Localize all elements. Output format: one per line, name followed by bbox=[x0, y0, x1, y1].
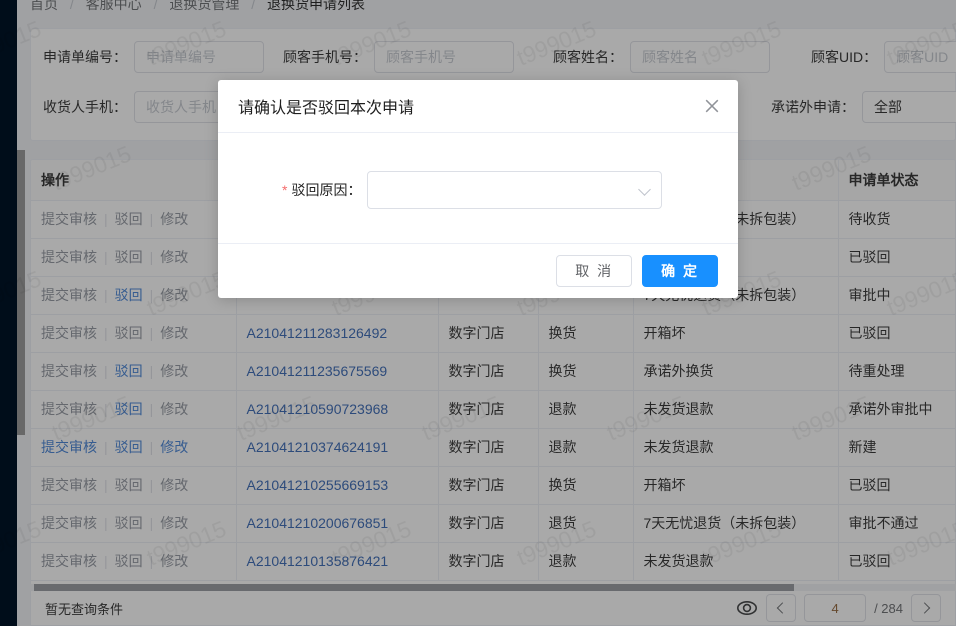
reject-reason-field: * 驳回原因： bbox=[282, 171, 663, 209]
chevron-down-icon bbox=[638, 183, 652, 196]
dialog-title: 请确认是否驳回本次申请 bbox=[238, 100, 415, 117]
dialog-header: 请确认是否驳回本次申请 bbox=[218, 80, 738, 133]
reject-reason-label: 驳回原因： bbox=[291, 182, 362, 198]
close-icon[interactable] bbox=[701, 95, 723, 117]
reject-confirm-dialog: 请确认是否驳回本次申请 * 驳回原因： 取 消 确 定 bbox=[218, 80, 738, 298]
dialog-footer: 取 消 确 定 bbox=[218, 243, 738, 298]
confirm-button[interactable]: 确 定 bbox=[642, 255, 718, 287]
dialog-body: * 驳回原因： bbox=[218, 133, 738, 243]
required-marker: * bbox=[282, 182, 288, 198]
cancel-button[interactable]: 取 消 bbox=[556, 255, 633, 287]
collapsed-sidebar[interactable] bbox=[0, 0, 17, 626]
app-root: 首页 / 客服中心 / 退换货管理 / 退换货申请列表 申请单编号： 申请单编号… bbox=[0, 0, 956, 626]
reject-reason-select[interactable] bbox=[367, 171, 663, 209]
